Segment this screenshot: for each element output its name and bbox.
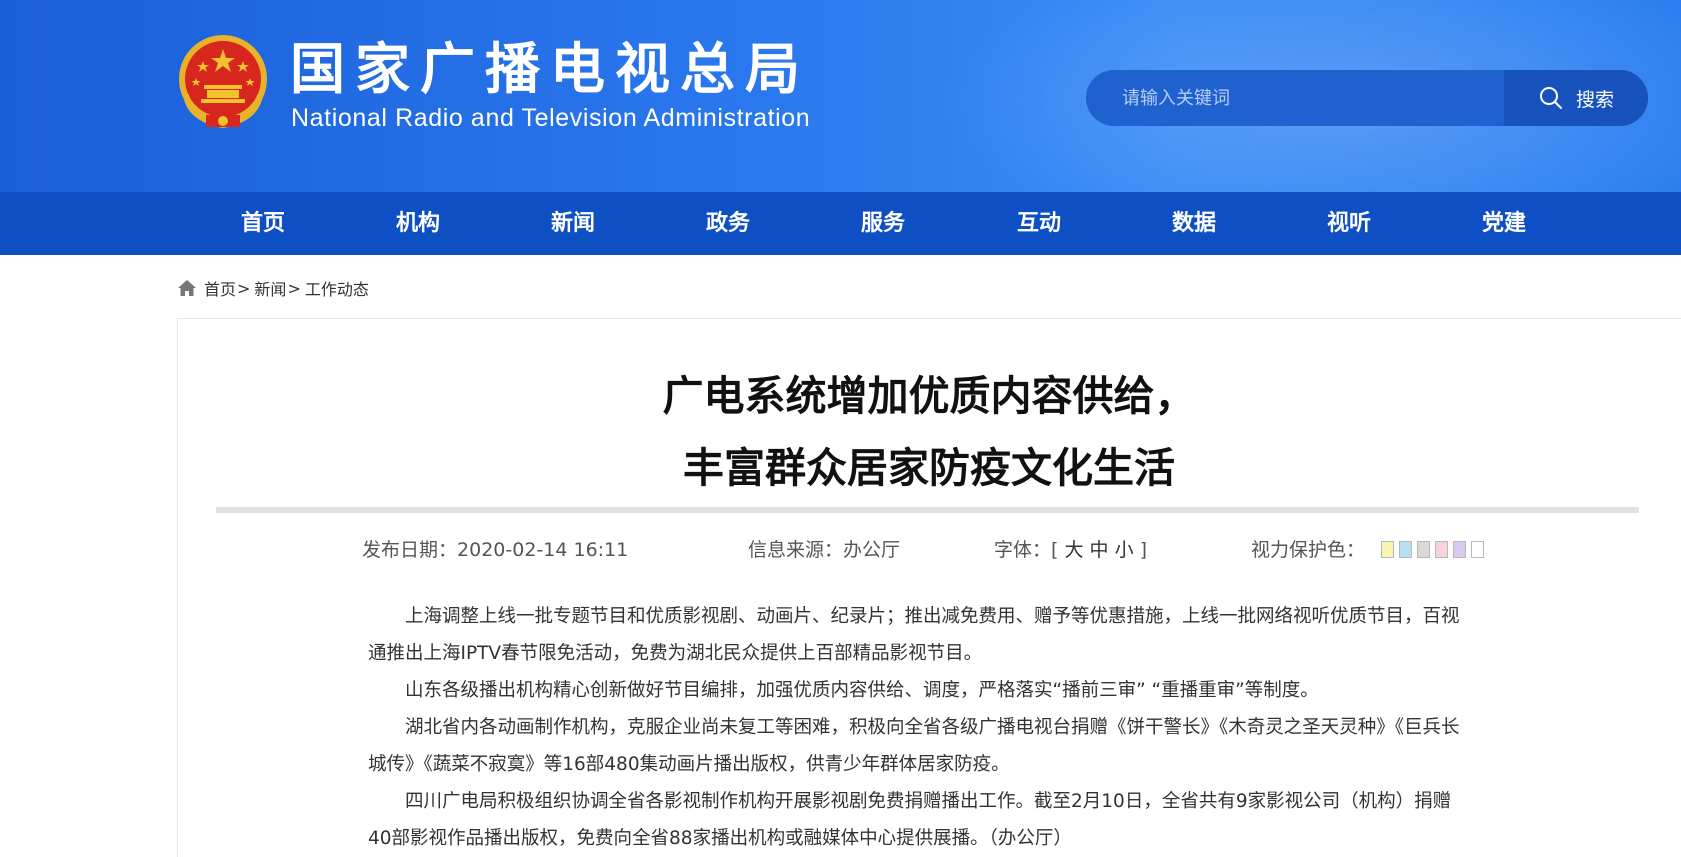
title-divider [216, 507, 1639, 513]
nav-item-services[interactable]: 服务 [823, 192, 943, 255]
nav-item-audiovisual[interactable]: 视听 [1289, 192, 1409, 255]
search-button-label: 搜索 [1575, 88, 1614, 111]
eye-protection-label: 视力保护色： [1251, 539, 1366, 561]
nav-item-institutions[interactable]: 机构 [358, 192, 478, 255]
breadcrumb-news[interactable]: 新闻 [254, 276, 286, 300]
eye-color-blue-swatch[interactable] [1399, 541, 1412, 558]
nav-item-news[interactable]: 新闻 [513, 192, 633, 255]
eye-color-purple-swatch[interactable] [1453, 541, 1466, 558]
search-icon [1539, 87, 1562, 109]
publish-date-label: 发布日期： [362, 539, 458, 561]
eye-color-pink-swatch[interactable] [1435, 541, 1448, 558]
article-body: 上海调整上线一批专题节目和优质影视剧、动画片、纪录片；推出减免费用、赠予等优惠措… [368, 598, 1468, 857]
article-paragraph: 四川广电局积极组织协调全省各影视制作机构开展影视剧免费捐赠播出工作。截至2月10… [368, 791, 1452, 849]
nav-item-party-building[interactable]: 党建 [1444, 192, 1564, 255]
national-emblem-icon[interactable] [176, 33, 270, 131]
breadcrumb-home[interactable]: 首页 [204, 276, 236, 300]
font-size-close-bracket: ] [1139, 539, 1148, 561]
search-input[interactable] [1086, 70, 1504, 126]
breadcrumb: 首页 > 新闻 > 工作动态 [176, 276, 369, 300]
article-title: 广电系统增加优质内容供给， 丰富群众居家防疫文化生活 [0, 360, 1681, 504]
nav-item-home[interactable]: 首页 [203, 192, 323, 255]
nav-item-government-affairs[interactable]: 政务 [668, 192, 788, 255]
article-title-line-2: 丰富群众居家防疫文化生活 [683, 444, 1175, 492]
search-button[interactable]: 搜索 [1504, 70, 1648, 126]
breadcrumb-work-updates[interactable]: 工作动态 [305, 276, 369, 300]
info-source: 信息来源：办公厅 [748, 538, 900, 562]
breadcrumb-separator: > [237, 278, 251, 298]
font-size-large-button[interactable]: 大 [1064, 539, 1083, 561]
main-nav: 首页 机构 新闻 政务 服务 互动 数据 视听 党建 [0, 192, 1681, 255]
publish-date: 发布日期：2020-02-14 16:11 [362, 538, 628, 562]
font-size-open-bracket: [ [1051, 539, 1059, 561]
article-paragraph: 上海调整上线一批专题节目和优质影视剧、动画片、纪录片；推出减免费用、赠予等优惠措… [368, 606, 1460, 664]
font-size-label: 字体： [994, 539, 1052, 561]
nav-item-data[interactable]: 数据 [1134, 192, 1254, 255]
font-size-medium-button[interactable]: 中 [1090, 539, 1109, 561]
info-source-value: 办公厅 [843, 539, 901, 561]
eye-color-gray-swatch[interactable] [1417, 541, 1430, 558]
font-size-control: 字体：[ 大 中 小 ] [994, 538, 1147, 562]
nav-item-interaction[interactable]: 互动 [979, 192, 1099, 255]
home-icon [178, 280, 196, 296]
breadcrumb-separator: > [287, 278, 301, 298]
eye-color-yellow-swatch[interactable] [1381, 541, 1394, 558]
site-title-cn[interactable]: 国家广播电视总局 [290, 36, 810, 102]
eye-protection-swatches [1381, 541, 1484, 558]
search-box: 搜索 [1086, 70, 1648, 126]
article-title-line-1: 广电系统增加优质内容供给， [662, 372, 1196, 420]
article-paragraph: 山东各级播出机构精心创新做好节目编排，加强优质内容供给、调度，严格落实“播前三审… [405, 680, 1319, 701]
info-source-label: 信息来源： [748, 539, 844, 561]
site-header: 国家广播电视总局 National Radio and Television A… [0, 0, 1681, 192]
article-paragraph: 湖北省内各动画制作机构，克服企业尚未复工等困难，积极向全省各级广播电视台捐赠《饼… [368, 717, 1460, 775]
font-size-small-button[interactable]: 小 [1115, 539, 1134, 561]
eye-color-white-swatch[interactable] [1471, 541, 1484, 558]
site-title-en[interactable]: National Radio and Television Administra… [291, 104, 810, 133]
publish-date-value: 2020-02-14 16:11 [457, 539, 629, 561]
